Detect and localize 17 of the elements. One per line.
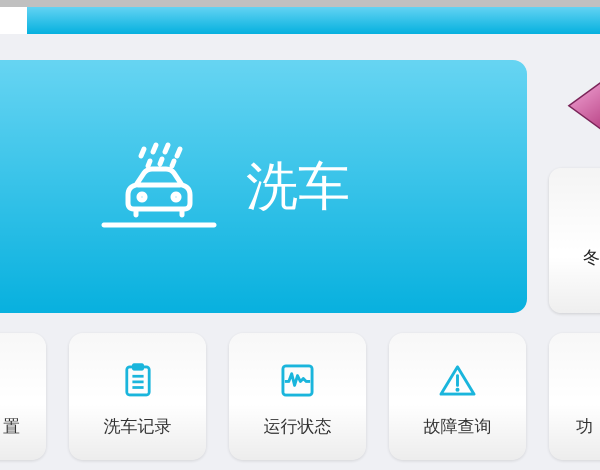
warning-icon bbox=[439, 364, 476, 397]
tile-label: 运行状态 bbox=[264, 416, 332, 438]
side-tile[interactable]: 冬 bbox=[549, 168, 600, 313]
home-tab[interactable] bbox=[0, 7, 27, 34]
diamond-icon bbox=[567, 82, 600, 130]
waveform-icon bbox=[281, 364, 314, 397]
tile-label: 置 bbox=[3, 416, 20, 438]
menu-tile[interactable]: 运行状态 bbox=[229, 333, 366, 460]
tile-label: 功 bbox=[576, 416, 593, 438]
tile-label: 故障查询 bbox=[424, 416, 492, 438]
menu-tile[interactable]: 故障查询 bbox=[389, 333, 526, 460]
menu-tile[interactable]: 洗车记录 bbox=[69, 333, 206, 460]
tile-label: 洗车记录 bbox=[104, 416, 172, 438]
menu-tile[interactable]: 功 bbox=[549, 333, 600, 460]
car-wash-label: 洗车 bbox=[246, 156, 350, 218]
clipboard-icon bbox=[124, 363, 152, 397]
menu-tile[interactable]: 置 bbox=[0, 333, 46, 460]
